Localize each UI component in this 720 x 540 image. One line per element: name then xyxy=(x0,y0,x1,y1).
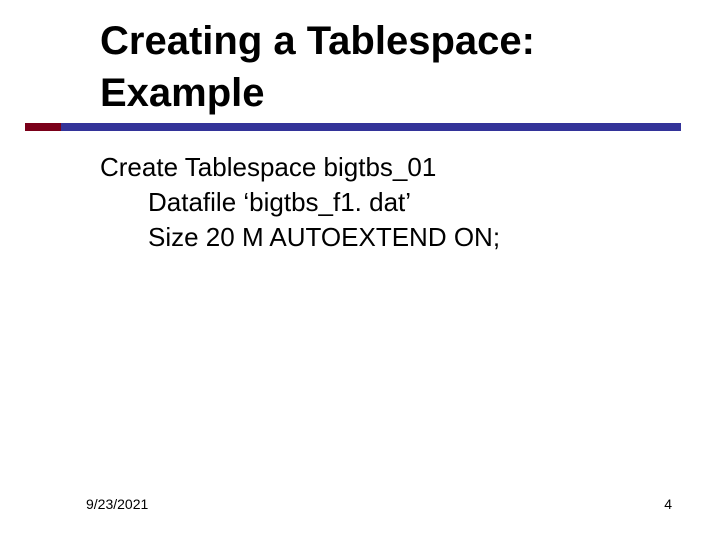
body-line-3: Size 20 M AUTOEXTEND ON; xyxy=(148,220,660,255)
slide-body: Create Tablespace bigtbs_01 Datafile ‘bi… xyxy=(100,150,660,255)
title-accent-bar xyxy=(25,123,61,131)
footer-date: 9/23/2021 xyxy=(86,496,148,512)
title-underline xyxy=(61,123,681,131)
body-line-1: Create Tablespace bigtbs_01 xyxy=(100,150,660,185)
body-line-2: Datafile ‘bigtbs_f1. dat’ xyxy=(148,185,660,220)
slide: Creating a Tablespace: Example Create Ta… xyxy=(0,0,720,540)
title-line-2: Example xyxy=(100,70,660,122)
footer-page-number: 4 xyxy=(664,496,672,512)
slide-title: Creating a Tablespace: Example xyxy=(100,18,660,122)
title-line-1: Creating a Tablespace: xyxy=(100,18,660,70)
